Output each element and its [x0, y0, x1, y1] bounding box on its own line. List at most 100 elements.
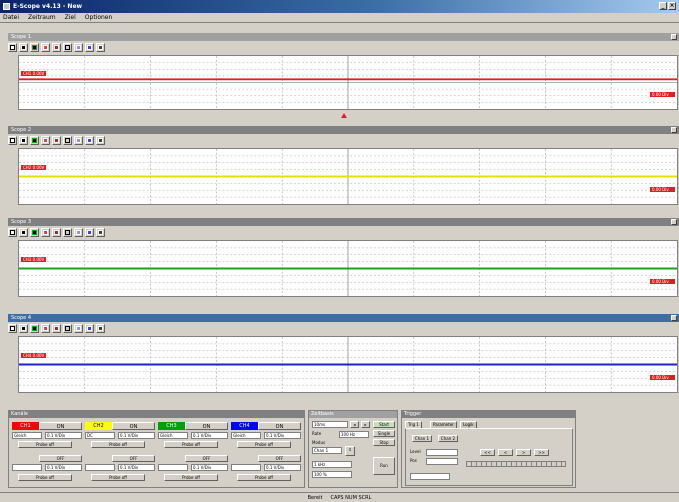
probe2-button[interactable]: Probe off	[91, 474, 145, 481]
channel-off-button[interactable]: OFF	[185, 455, 228, 462]
offset-tag[interactable]: 0.00 Div	[650, 186, 675, 192]
toolbar-button[interactable]	[30, 42, 39, 52]
close-button[interactable]: ×	[668, 2, 676, 10]
channel-on-button[interactable]: ON	[39, 422, 82, 430]
time-down-button[interactable]: ◂	[350, 421, 359, 428]
range2-select[interactable]: 0.1 V/Div	[45, 464, 82, 471]
single-button[interactable]: Single	[373, 430, 395, 437]
toolbar-button[interactable]	[19, 227, 28, 237]
coupling-select[interactable]: DC	[85, 432, 115, 439]
channel-on-button[interactable]: ON	[185, 422, 228, 430]
channel-level-tag[interactable]: CH4 0.00V	[21, 352, 46, 358]
channel-off-button[interactable]: OFF	[39, 455, 82, 462]
toolbar-button[interactable]	[74, 227, 83, 237]
run-button[interactable]: Run	[373, 457, 395, 475]
trigger-next-button[interactable]: >	[516, 449, 531, 456]
range-select[interactable]: 0.1 V/Div	[45, 432, 82, 439]
range-select[interactable]: 0.1 V/Div	[191, 432, 228, 439]
channel-on-button[interactable]: ON	[112, 422, 155, 430]
tab-logik[interactable]: Logik	[460, 421, 477, 428]
trigger-last-button[interactable]: >>	[534, 449, 549, 456]
menu-item-ziel[interactable]: Ziel	[65, 14, 76, 21]
trigger-prev-button[interactable]: <	[498, 449, 513, 456]
toolbar-button[interactable]	[96, 135, 105, 145]
time-up-button[interactable]: ▸	[361, 421, 370, 428]
toolbar-button[interactable]	[85, 42, 94, 52]
source1-button[interactable]: Chan 1	[412, 435, 432, 442]
tab-trig1[interactable]: Trig 1	[405, 421, 422, 428]
coupling2-select[interactable]	[231, 464, 261, 471]
menu-item-datei[interactable]: Datei	[3, 14, 19, 21]
range-select[interactable]: 0.1 V/Div	[118, 432, 155, 439]
channel-level-tag[interactable]: CH2 0.00V	[21, 164, 46, 170]
dots-field[interactable]: 100 %	[312, 471, 352, 478]
toolbar-button[interactable]	[8, 135, 17, 145]
toolbar-button[interactable]	[96, 323, 105, 333]
toolbar-button[interactable]	[85, 135, 94, 145]
range2-select[interactable]: 0.1 V/Div	[118, 464, 155, 471]
range2-select[interactable]: 0.1 V/Div	[264, 464, 301, 471]
source2-button[interactable]: Chan 2	[438, 435, 458, 442]
channel-on-button[interactable]: ON	[258, 422, 301, 430]
toolbar-button[interactable]	[41, 42, 50, 52]
tab-parameter[interactable]: Parameter	[430, 421, 457, 428]
toolbar-button[interactable]	[63, 135, 72, 145]
toolbar-button[interactable]	[63, 323, 72, 333]
toolbar-button[interactable]	[74, 42, 83, 52]
start-button[interactable]: Start	[373, 421, 395, 428]
probe2-button[interactable]: Probe off	[18, 474, 72, 481]
toolbar-button[interactable]	[74, 135, 83, 145]
toolbar-button[interactable]	[30, 227, 39, 237]
toolbar-button[interactable]	[52, 42, 61, 52]
toolbar-button[interactable]	[85, 227, 94, 237]
toolbar-button[interactable]	[41, 135, 50, 145]
channel-level-tag[interactable]: CH1 0.00V	[21, 71, 46, 77]
probe-button[interactable]: Probe off	[18, 441, 72, 448]
coupling2-select[interactable]	[85, 464, 115, 471]
toolbar-button[interactable]	[30, 135, 39, 145]
scope-close-button[interactable]	[671, 219, 677, 225]
toolbar-button[interactable]	[52, 135, 61, 145]
mode-select[interactable]: Chan 1	[312, 447, 342, 454]
range-select[interactable]: 0.1 V/Div	[264, 432, 301, 439]
trigger-marker-icon[interactable]	[341, 113, 347, 118]
trigger-first-button[interactable]: <<	[480, 449, 495, 456]
coupling-select[interactable]: Gleich	[158, 432, 188, 439]
coupling2-select[interactable]	[12, 464, 42, 471]
coupling-select[interactable]: Gleich	[231, 432, 261, 439]
channel-off-button[interactable]: OFF	[258, 455, 301, 462]
toolbar-button[interactable]	[52, 323, 61, 333]
stop-button[interactable]: Stop	[373, 439, 395, 446]
toolbar-button[interactable]	[52, 227, 61, 237]
coupling2-select[interactable]	[158, 464, 188, 471]
level-field[interactable]	[426, 449, 458, 456]
toolbar-button[interactable]	[96, 227, 105, 237]
range2-select[interactable]: 0.1 V/Div	[191, 464, 228, 471]
coupling-select[interactable]: Gleich	[12, 432, 42, 439]
scope-plot[interactable]: CH4 0.00V 0.00 Div	[18, 336, 678, 393]
toolbar-button[interactable]	[74, 323, 83, 333]
time-div-select[interactable]: 10ms	[312, 421, 348, 428]
toolbar-button[interactable]	[63, 42, 72, 52]
scope-plot[interactable]: CH3 0.00V 0.00 Div	[18, 240, 678, 297]
toolbar-button[interactable]	[85, 323, 94, 333]
channel-off-button[interactable]: OFF	[112, 455, 155, 462]
probe-button[interactable]: Probe off	[164, 441, 218, 448]
toolbar-button[interactable]	[30, 323, 39, 333]
sample-rate-field[interactable]: 1 kHz	[312, 461, 352, 468]
toolbar-button[interactable]	[8, 42, 17, 52]
minimize-button[interactable]: _	[659, 2, 667, 10]
offset-tag[interactable]: 0.00 Div	[650, 92, 675, 98]
channel-level-tag[interactable]: CH3 0.00V	[21, 256, 46, 262]
toolbar-button[interactable]	[41, 227, 50, 237]
probe-button[interactable]: Probe off	[237, 441, 291, 448]
toolbar-button[interactable]	[96, 42, 105, 52]
probe2-button[interactable]: Probe off	[237, 474, 291, 481]
toolbar-button[interactable]	[19, 323, 28, 333]
toolbar-button[interactable]	[8, 323, 17, 333]
scope-plot[interactable]: CH2 0.00V 0.00 Div	[18, 148, 678, 205]
menu-item-zeitraum[interactable]: Zeitraum	[28, 14, 56, 21]
menu-item-optionen[interactable]: Optionen	[85, 14, 113, 21]
toolbar-button[interactable]	[19, 42, 28, 52]
probe2-button[interactable]: Probe off	[164, 474, 218, 481]
